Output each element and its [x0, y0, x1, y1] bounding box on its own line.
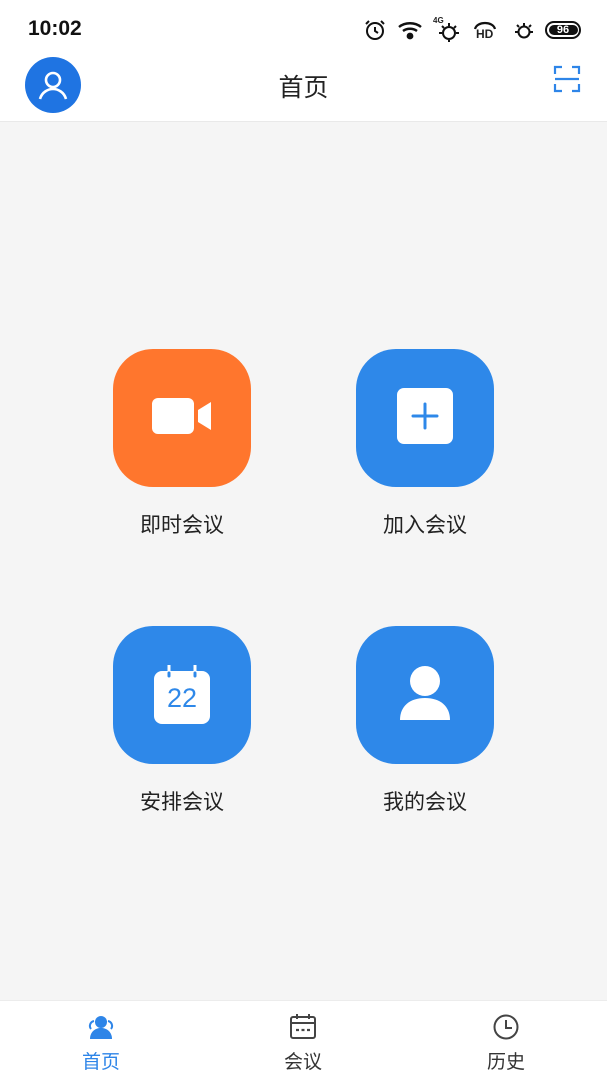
instant-meeting-button[interactable]: 即时会议	[102, 349, 262, 539]
status-time: 10:02	[28, 17, 82, 40]
signal-icon: 4G	[433, 16, 463, 42]
tab-meetings[interactable]: 会议	[243, 1013, 363, 1074]
alarm-icon	[363, 18, 387, 42]
home-people-icon	[41, 1013, 161, 1041]
calendar-icon: 22	[153, 665, 211, 725]
plus-square-icon	[397, 388, 453, 448]
person-icon	[399, 665, 451, 725]
calendar-icon	[243, 1013, 363, 1041]
schedule-meeting-tile[interactable]: 22	[113, 626, 251, 764]
status-bar: 10:02 4G HD 96	[0, 0, 607, 56]
hd-label: HD	[476, 27, 494, 41]
network-type-label: 4G	[433, 16, 444, 25]
hd-call-icon: HD	[473, 18, 497, 42]
app-header: 首页	[0, 56, 607, 122]
video-camera-icon	[152, 397, 212, 439]
calendar-day: 22	[166, 683, 198, 713]
instant-meeting-tile[interactable]	[113, 349, 251, 487]
join-meeting-button[interactable]: 加入会议	[345, 349, 505, 539]
wifi-icon	[397, 19, 423, 41]
my-meetings-label: 我的会议	[383, 790, 467, 814]
main-content: 即时会议 加入会议 22 安排会议 我的会议	[0, 122, 607, 1000]
tab-meetings-label: 会议	[283, 1051, 322, 1073]
clock-icon	[446, 1013, 566, 1041]
battery-level: 96	[556, 24, 570, 36]
schedule-meeting-button[interactable]: 22 安排会议	[102, 626, 262, 816]
my-meetings-button[interactable]: 我的会议	[345, 626, 505, 816]
signal-icon	[513, 19, 535, 41]
tab-home[interactable]: 首页	[41, 1013, 161, 1074]
tab-home-label: 首页	[81, 1051, 120, 1073]
join-meeting-label: 加入会议	[383, 513, 467, 537]
tab-history[interactable]: 历史	[446, 1013, 566, 1074]
battery-icon: 96	[545, 21, 581, 39]
tab-history-label: 历史	[486, 1051, 525, 1073]
instant-meeting-label: 即时会议	[140, 513, 224, 537]
bottom-tab-bar: 首页 会议 历史	[0, 1000, 607, 1080]
schedule-meeting-label: 安排会议	[140, 790, 224, 814]
scan-icon[interactable]	[553, 65, 581, 93]
join-meeting-tile[interactable]	[356, 349, 494, 487]
my-meetings-tile[interactable]	[356, 626, 494, 764]
status-icons: 4G HD 96	[363, 16, 581, 43]
page-title: 首页	[278, 73, 329, 102]
